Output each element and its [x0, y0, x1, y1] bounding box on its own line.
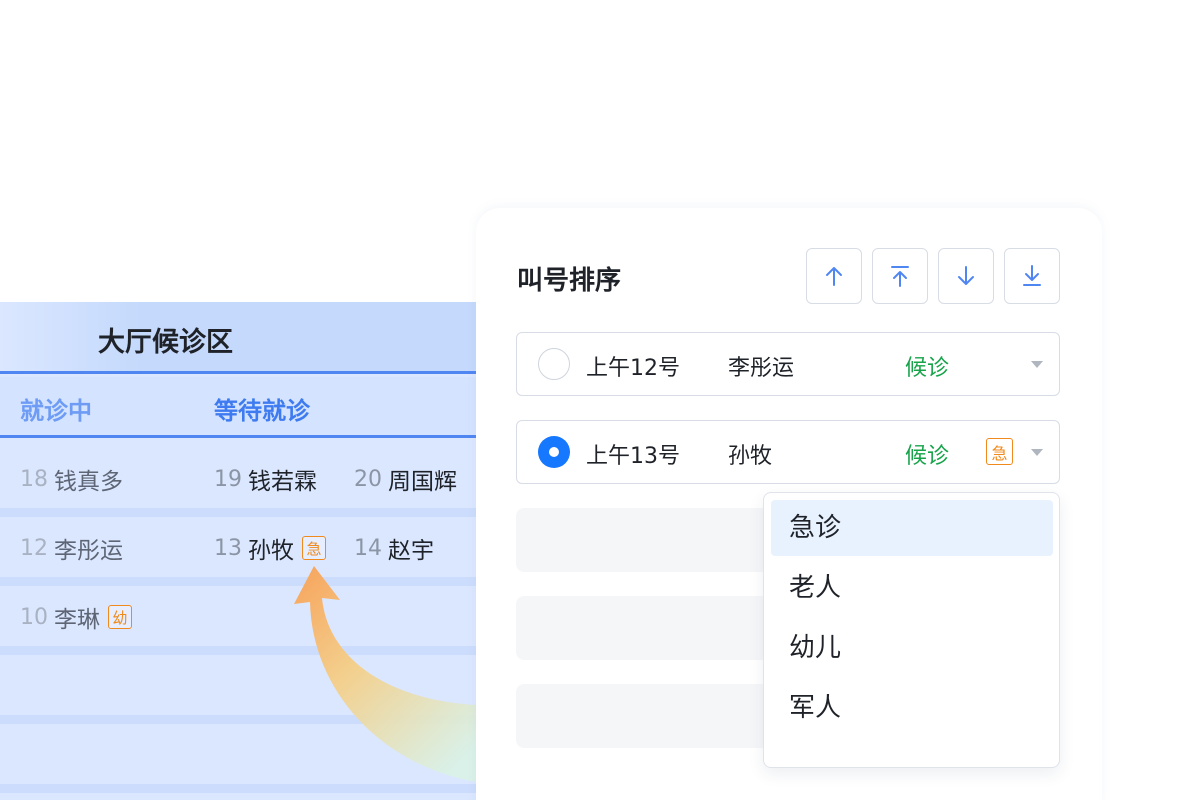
hall-tabs: 就诊中 等待就诊	[0, 377, 476, 438]
patient-entry: 10 李琳 幼	[20, 600, 132, 634]
chevron-down-icon[interactable]	[1031, 361, 1043, 368]
patient-entry: 12 李彤运	[20, 531, 123, 565]
queue-radio[interactable]	[538, 348, 570, 380]
chevron-down-icon[interactable]	[1031, 449, 1043, 456]
patient-name: 李琳	[54, 607, 100, 633]
row-divider	[0, 508, 476, 517]
move-to-bottom-button[interactable]	[1004, 248, 1060, 304]
patient-number: 19	[214, 466, 242, 492]
move-up-button[interactable]	[806, 248, 862, 304]
hall-row: 18 钱真多 19 钱若霖 20 周国辉	[0, 448, 476, 508]
move-down-button[interactable]	[938, 248, 994, 304]
dropdown-option-elderly[interactable]: 老人	[771, 560, 1053, 616]
emergency-tag: 急	[302, 536, 326, 560]
arrow-to-top-icon	[891, 266, 909, 287]
move-to-top-button[interactable]	[872, 248, 928, 304]
patient-number: 14	[354, 535, 382, 561]
queue-status: 候诊	[905, 356, 950, 381]
tab-waiting[interactable]: 等待就诊	[214, 391, 310, 426]
tab-in-consultation[interactable]: 就诊中	[20, 391, 92, 426]
queue-patient-name: 孙牧	[728, 444, 773, 469]
patient-name: 钱若霖	[248, 469, 317, 495]
queue-number: 上午13号	[586, 444, 680, 469]
queue-patient-name: 李彤运	[728, 356, 795, 381]
patient-entry: 18 钱真多	[20, 462, 123, 496]
patient-number: 13	[214, 535, 242, 561]
dropdown-option-military[interactable]: 军人	[771, 680, 1053, 736]
arrow-up-icon	[826, 267, 842, 286]
curved-arrow-icon	[294, 566, 476, 782]
queue-row[interactable]: 上午12号 李彤运 候诊	[516, 332, 1060, 396]
panel-title: 叫号排序	[517, 266, 622, 296]
patient-name: 李彤运	[54, 538, 123, 564]
queue-radio-selected[interactable]	[538, 436, 570, 468]
patient-entry: 19 钱若霖	[214, 462, 317, 496]
patient-number: 18	[20, 466, 48, 492]
queue-row[interactable]: 上午13号 孙牧 候诊 急	[516, 420, 1060, 484]
dropdown-option-emergency[interactable]: 急诊	[771, 500, 1053, 556]
dropdown-option-child[interactable]: 幼儿	[771, 620, 1053, 676]
child-tag: 幼	[108, 605, 132, 629]
hall-header: 大厅候诊区	[0, 302, 476, 374]
emergency-tag: 急	[986, 438, 1013, 465]
queue-status: 候诊	[905, 444, 950, 469]
patient-entry: 20 周国辉	[354, 462, 457, 496]
patient-number: 10	[20, 604, 48, 630]
patient-number: 12	[20, 535, 48, 561]
patient-name: 钱真多	[54, 469, 123, 495]
priority-dropdown-menu: 急诊 老人 幼儿 军人	[763, 492, 1060, 768]
patient-number: 20	[354, 466, 382, 492]
arrow-down-icon	[958, 266, 974, 285]
queue-number: 上午12号	[586, 356, 680, 381]
patient-name: 周国辉	[388, 469, 457, 495]
hall-title: 大厅候诊区	[98, 327, 233, 358]
arrow-to-bottom-icon	[1023, 265, 1041, 286]
